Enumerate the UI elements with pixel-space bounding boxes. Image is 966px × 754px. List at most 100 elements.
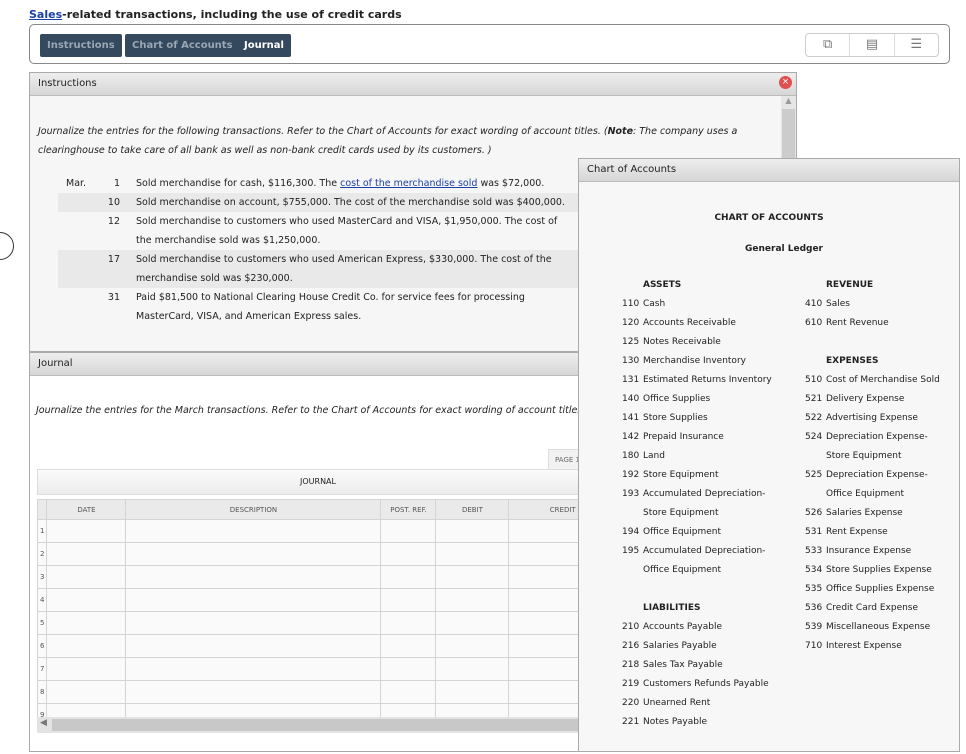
account-row: [622, 580, 772, 599]
account-number: 140: [622, 394, 640, 404]
post-ref-cell[interactable]: [380, 611, 437, 635]
description-cell[interactable]: [125, 588, 382, 612]
account-row: 536 Credit Card Expense: [805, 599, 940, 618]
post-ref-cell[interactable]: [380, 680, 437, 704]
tab-chart-of-accounts[interactable]: Chart of Accounts: [125, 34, 240, 57]
account-number: 120: [622, 318, 640, 328]
account-number: 531: [805, 527, 823, 537]
coa-subtitle: General Ledger: [745, 244, 823, 254]
description-cell[interactable]: [125, 611, 382, 635]
debit-cell[interactable]: [435, 680, 510, 704]
section-heading: ASSETS: [643, 280, 682, 290]
account-row: 533 Insurance Expense: [805, 542, 940, 561]
tab-journal[interactable]: Journal: [237, 34, 291, 57]
account-row: 195 Accumulated Depreciation-: [622, 542, 772, 561]
account-number: 536: [805, 603, 823, 613]
account-row: 510 Cost of Merchandise Sold: [805, 371, 940, 390]
description-cell[interactable]: [125, 657, 382, 681]
account-row: 521 Delivery Expense: [805, 390, 940, 409]
col-post-ref: POST. REF.: [380, 499, 437, 520]
row-number: 4: [36, 588, 48, 612]
debit-cell[interactable]: [435, 611, 510, 635]
account-row: 216 Salaries Payable: [622, 637, 772, 656]
stack-icon[interactable]: ☰: [895, 34, 938, 56]
account-number: 141: [622, 413, 640, 423]
account-row: Store Equipment: [622, 504, 772, 523]
tab-bar: Instructions Chart of Accounts Journal ⧉…: [29, 24, 950, 64]
transaction-text: Sold merchandise to customers who used A…: [136, 254, 552, 265]
account-row: 410 Sales: [805, 295, 940, 314]
account-name: Accumulated Depreciation-: [643, 546, 766, 556]
description-cell[interactable]: [125, 565, 382, 589]
page-title: Sales-related transactions, including th…: [29, 8, 402, 21]
date-cell[interactable]: [46, 542, 127, 566]
date-cell[interactable]: [46, 680, 127, 704]
section-heading: REVENUE: [826, 280, 874, 290]
account-name: Cash: [643, 299, 666, 309]
account-name: Interest Expense: [826, 641, 902, 651]
transaction-day: 10: [107, 197, 120, 208]
debit-cell[interactable]: [435, 657, 510, 681]
account-row: 120 Accounts Receivable: [622, 314, 772, 333]
row-number: 5: [36, 611, 48, 635]
date-cell[interactable]: [46, 634, 127, 658]
account-number: 522: [805, 413, 823, 423]
account-row: 219 Customers Refunds Payable: [622, 675, 772, 694]
account-name: Depreciation Expense-: [826, 432, 928, 442]
post-ref-cell[interactable]: [380, 588, 437, 612]
journal-row: 1: [36, 519, 617, 543]
row-number: 6: [36, 634, 48, 658]
debit-cell[interactable]: [435, 519, 510, 543]
account-row: ASSETS: [622, 276, 772, 295]
section-heading: EXPENSES: [826, 356, 879, 366]
debit-cell[interactable]: [435, 542, 510, 566]
account-number: 210: [622, 622, 640, 632]
transaction-text: Sold merchandise for cash, $116,300. The…: [136, 178, 545, 189]
date-cell[interactable]: [46, 565, 127, 589]
date-cell[interactable]: [46, 588, 127, 612]
debit-cell[interactable]: [435, 588, 510, 612]
date-cell[interactable]: [46, 657, 127, 681]
cogs-link[interactable]: cost of the merchandise sold: [340, 178, 477, 189]
transaction-row: the merchandise sold was $1,250,000.: [58, 231, 578, 250]
account-name: Office Equipment: [826, 489, 904, 499]
coa-title: CHART OF ACCOUNTS: [714, 213, 824, 223]
debit-cell[interactable]: [435, 565, 510, 589]
horizontal-scrollbar[interactable]: ◀: [37, 717, 589, 733]
transaction-day: 12: [107, 216, 120, 227]
description-cell[interactable]: [125, 680, 382, 704]
account-name: Notes Payable: [643, 717, 707, 727]
tab-instructions[interactable]: Instructions: [40, 34, 122, 57]
transaction-text: Sold merchandise on account, $755,000. T…: [136, 197, 565, 208]
transaction-day: 31: [107, 292, 120, 303]
account-number: 221: [622, 717, 640, 727]
post-ref-cell[interactable]: [380, 634, 437, 658]
account-name: Customers Refunds Payable: [643, 679, 769, 689]
description-cell[interactable]: [125, 634, 382, 658]
journal-table: DATE DESCRIPTION POST. REF. DEBIT CREDIT 123…: [36, 499, 617, 727]
account-row: 221 Notes Payable: [622, 713, 772, 732]
account-name: Cost of Merchandise Sold: [826, 375, 940, 385]
date-cell[interactable]: [46, 611, 127, 635]
account-row: 131 Estimated Returns Inventory: [622, 371, 772, 390]
post-ref-cell[interactable]: [380, 657, 437, 681]
account-name: Salaries Payable: [643, 641, 717, 651]
description-cell[interactable]: [125, 519, 382, 543]
debit-cell[interactable]: [435, 634, 510, 658]
account-number: 510: [805, 375, 823, 385]
account-number: 110: [622, 299, 640, 309]
transaction-row: Mar. 1 Sold merchandise for cash, $116,300…: [58, 174, 578, 193]
date-cell[interactable]: [46, 519, 127, 543]
description-cell[interactable]: [125, 542, 382, 566]
sales-link[interactable]: Sales: [29, 8, 62, 21]
cascade-icon[interactable]: ⧉: [806, 34, 851, 56]
account-number: 219: [622, 679, 640, 689]
account-row: LIABILITIES: [622, 599, 772, 618]
post-ref-cell[interactable]: [380, 565, 437, 589]
account-row: 534 Store Supplies Expense: [805, 561, 940, 580]
post-ref-cell[interactable]: [380, 542, 437, 566]
journal-header: Journal: [30, 353, 590, 376]
close-icon[interactable]: ×: [779, 76, 792, 89]
split-icon[interactable]: ▤: [850, 34, 895, 56]
post-ref-cell[interactable]: [380, 519, 437, 543]
